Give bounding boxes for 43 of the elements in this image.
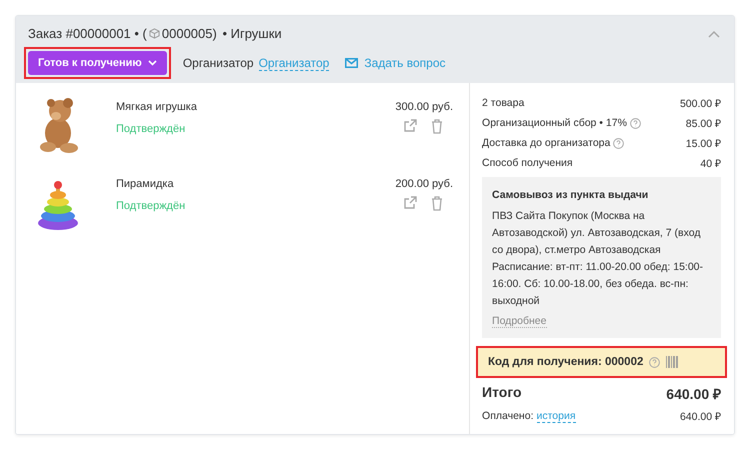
paid-label: Оплачено: <box>482 410 534 422</box>
organizer-label: Организатор <box>182 56 254 70</box>
status-button[interactable]: Готов к получению <box>28 51 167 75</box>
history-link[interactable]: история <box>536 410 576 422</box>
summary-value: 40 ₽ <box>700 157 721 170</box>
external-link-icon[interactable] <box>404 196 418 209</box>
help-icon[interactable] <box>630 118 641 128</box>
item-status: Подтверждён <box>116 200 186 212</box>
item-price: 300.00 руб. <box>395 101 454 113</box>
barcode-icon[interactable] <box>666 356 678 368</box>
envelope-icon <box>345 58 358 68</box>
external-link-icon[interactable] <box>404 119 418 132</box>
total-label: Итого <box>482 384 522 402</box>
item-name: Мягкая игрушка <box>116 101 198 113</box>
trash-icon[interactable] <box>431 196 444 211</box>
trash-icon[interactable] <box>431 119 444 134</box>
summary-label: Способ получения <box>482 157 573 169</box>
pickup-schedule: Расписание: вт-пт: 11.00-20.00 обед: 15:00-16:00. Сб: 10.00-18.00, без обеда. вс-пн: выходной <box>492 260 704 309</box>
pickup-title: Самовывоз из пункта выдачи <box>492 188 650 203</box>
summary-value: 15.00 ₽ <box>686 137 721 150</box>
summary-label: Организационный сбор • 17% <box>482 117 627 129</box>
summary-value: 85.00 ₽ <box>686 117 721 130</box>
item-price: 200.00 руб. <box>395 178 454 190</box>
summary-label: 2 товара <box>482 97 524 109</box>
summary-value: 500.00 ₽ <box>680 97 721 110</box>
item-name: Пирамидка <box>116 178 175 190</box>
paid-value: 640.00 ₽ <box>680 410 721 423</box>
total-value: 640.00 ₽ <box>666 385 721 403</box>
ask-link[interactable]: Задать вопрос <box>345 56 446 70</box>
item-status: Подтверждён <box>116 123 186 135</box>
pickup-code: Код для получения: 000002 <box>488 356 644 368</box>
order-title: Заказ #00000001 • ( <box>28 26 147 41</box>
more-link[interactable]: Подробнее <box>492 315 546 328</box>
pickup-address: ПВЗ Сайта Покупок (Москва на Автозаводской) ул. Автозаводская, 7 (вход со двора), ст.метро Автозаводская <box>492 209 702 258</box>
box-number: 0000005) <box>162 26 217 41</box>
box-icon <box>148 28 160 39</box>
caret-icon <box>148 60 157 66</box>
order-category: • Игрушки <box>221 26 282 41</box>
summary-label: Доставка до организатора <box>482 137 610 149</box>
help-icon[interactable] <box>613 138 624 148</box>
organizer-link[interactable]: Организатор <box>258 56 330 70</box>
help-icon[interactable] <box>649 356 660 368</box>
chevron-icon[interactable] <box>708 30 720 38</box>
